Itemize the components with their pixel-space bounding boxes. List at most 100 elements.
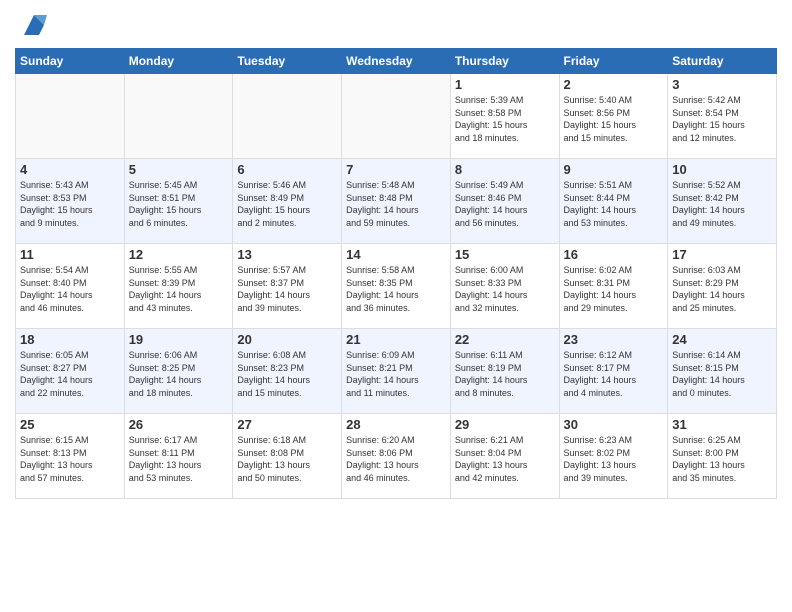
day-info: Sunrise: 5:48 AM Sunset: 8:48 PM Dayligh… (346, 179, 446, 229)
day-number: 26 (129, 417, 229, 432)
weekday-header: Wednesday (342, 49, 451, 74)
calendar-day-cell: 19 Sunrise: 6:06 AM Sunset: 8:25 PM Dayli… (124, 329, 233, 414)
day-info: Sunrise: 5:58 AM Sunset: 8:35 PM Dayligh… (346, 264, 446, 314)
calendar-day-cell: 3Sunrise: 5:42 AM Sunset: 8:54 PM Daylig… (668, 74, 777, 159)
day-number: 4 (20, 162, 120, 177)
calendar-week-row: 4 Sunrise: 5:43 AM Sunset: 8:53 PM Daylig… (16, 159, 777, 244)
weekday-header: Sunday (16, 49, 125, 74)
calendar-day-cell: 28 Sunrise: 6:20 AM Sunset: 8:06 PM Dayli… (342, 414, 451, 499)
calendar-day-cell: 17Sunrise: 6:03 AM Sunset: 8:29 PM Dayli… (668, 244, 777, 329)
day-info: Sunrise: 6:12 AM Sunset: 8:17 PM Dayligh… (564, 349, 664, 399)
weekday-header: Monday (124, 49, 233, 74)
calendar-day-cell (342, 74, 451, 159)
day-info: Sunrise: 5:42 AM Sunset: 8:54 PM Dayligh… (672, 94, 772, 144)
day-number: 30 (564, 417, 664, 432)
day-number: 6 (237, 162, 337, 177)
calendar-day-cell: 2 Sunrise: 5:40 AM Sunset: 8:56 PM Daylig… (559, 74, 668, 159)
calendar-day-cell: 4 Sunrise: 5:43 AM Sunset: 8:53 PM Daylig… (16, 159, 125, 244)
day-number: 22 (455, 332, 555, 347)
weekday-header: Friday (559, 49, 668, 74)
calendar-day-cell: 31 Sunrise: 6:25 AM Sunset: 8:00 PM Dayli… (668, 414, 777, 499)
day-info: Sunrise: 6:18 AM Sunset: 8:08 PM Dayligh… (237, 434, 337, 484)
calendar-day-cell: 24 Sunrise: 6:14 AM Sunset: 8:15 PM Dayli… (668, 329, 777, 414)
day-number: 15 (455, 247, 555, 262)
calendar-day-cell: 25Sunrise: 6:15 AM Sunset: 8:13 PM Dayli… (16, 414, 125, 499)
day-info: Sunrise: 6:00 AM Sunset: 8:33 PM Dayligh… (455, 264, 555, 314)
calendar-day-cell (124, 74, 233, 159)
day-number: 16 (564, 247, 664, 262)
day-number: 28 (346, 417, 446, 432)
day-info: Sunrise: 6:14 AM Sunset: 8:15 PM Dayligh… (672, 349, 772, 399)
calendar-day-cell: 23 Sunrise: 6:12 AM Sunset: 8:17 PM Dayli… (559, 329, 668, 414)
calendar-day-cell (233, 74, 342, 159)
calendar-day-cell: 27 Sunrise: 6:18 AM Sunset: 8:08 PM Dayli… (233, 414, 342, 499)
day-number: 31 (672, 417, 772, 432)
calendar-day-cell: 16 Sunrise: 6:02 AM Sunset: 8:31 PM Dayli… (559, 244, 668, 329)
day-info: Sunrise: 5:52 AM Sunset: 8:42 PM Dayligh… (672, 179, 772, 229)
day-number: 20 (237, 332, 337, 347)
weekday-header: Thursday (450, 49, 559, 74)
day-info: Sunrise: 6:02 AM Sunset: 8:31 PM Dayligh… (564, 264, 664, 314)
calendar-day-cell: 9 Sunrise: 5:51 AM Sunset: 8:44 PM Daylig… (559, 159, 668, 244)
day-info: Sunrise: 6:21 AM Sunset: 8:04 PM Dayligh… (455, 434, 555, 484)
calendar-day-cell: 7 Sunrise: 5:48 AM Sunset: 8:48 PM Daylig… (342, 159, 451, 244)
weekday-header: Tuesday (233, 49, 342, 74)
day-info: Sunrise: 6:23 AM Sunset: 8:02 PM Dayligh… (564, 434, 664, 484)
day-number: 10 (672, 162, 772, 177)
logo-icon (19, 10, 49, 40)
day-number: 11 (20, 247, 120, 262)
day-info: Sunrise: 6:08 AM Sunset: 8:23 PM Dayligh… (237, 349, 337, 399)
day-info: Sunrise: 6:25 AM Sunset: 8:00 PM Dayligh… (672, 434, 772, 484)
day-info: Sunrise: 6:03 AM Sunset: 8:29 PM Dayligh… (672, 264, 772, 314)
calendar-day-cell: 11 Sunrise: 5:54 AM Sunset: 8:40 PM Dayli… (16, 244, 125, 329)
calendar-day-cell: 21 Sunrise: 6:09 AM Sunset: 8:21 PM Dayli… (342, 329, 451, 414)
day-info: Sunrise: 6:05 AM Sunset: 8:27 PM Dayligh… (20, 349, 120, 399)
day-info: Sunrise: 5:40 AM Sunset: 8:56 PM Dayligh… (564, 94, 664, 144)
day-number: 27 (237, 417, 337, 432)
day-number: 25 (20, 417, 120, 432)
calendar-week-row: 18 Sunrise: 6:05 AM Sunset: 8:27 PM Dayli… (16, 329, 777, 414)
day-number: 29 (455, 417, 555, 432)
calendar-week-row: 1 Sunrise: 5:39 AM Sunset: 8:58 PM Daylig… (16, 74, 777, 159)
day-info: Sunrise: 6:09 AM Sunset: 8:21 PM Dayligh… (346, 349, 446, 399)
calendar-page: SundayMondayTuesdayWednesdayThursdayFrid… (0, 0, 792, 612)
header (15, 10, 777, 40)
calendar-day-cell: 15 Sunrise: 6:00 AM Sunset: 8:33 PM Dayli… (450, 244, 559, 329)
day-number: 18 (20, 332, 120, 347)
day-number: 5 (129, 162, 229, 177)
day-info: Sunrise: 6:17 AM Sunset: 8:11 PM Dayligh… (129, 434, 229, 484)
day-number: 7 (346, 162, 446, 177)
day-info: Sunrise: 6:20 AM Sunset: 8:06 PM Dayligh… (346, 434, 446, 484)
day-number: 14 (346, 247, 446, 262)
day-number: 23 (564, 332, 664, 347)
day-info: Sunrise: 6:06 AM Sunset: 8:25 PM Dayligh… (129, 349, 229, 399)
calendar-day-cell: 1 Sunrise: 5:39 AM Sunset: 8:58 PM Daylig… (450, 74, 559, 159)
calendar-day-cell (16, 74, 125, 159)
calendar-day-cell: 14 Sunrise: 5:58 AM Sunset: 8:35 PM Dayli… (342, 244, 451, 329)
day-info: Sunrise: 6:11 AM Sunset: 8:19 PM Dayligh… (455, 349, 555, 399)
day-info: Sunrise: 5:45 AM Sunset: 8:51 PM Dayligh… (129, 179, 229, 229)
logo (15, 10, 49, 40)
day-number: 13 (237, 247, 337, 262)
day-info: Sunrise: 5:39 AM Sunset: 8:58 PM Dayligh… (455, 94, 555, 144)
day-info: Sunrise: 5:43 AM Sunset: 8:53 PM Dayligh… (20, 179, 120, 229)
calendar-week-row: 25Sunrise: 6:15 AM Sunset: 8:13 PM Dayli… (16, 414, 777, 499)
day-number: 9 (564, 162, 664, 177)
day-info: Sunrise: 5:54 AM Sunset: 8:40 PM Dayligh… (20, 264, 120, 314)
day-info: Sunrise: 5:55 AM Sunset: 8:39 PM Dayligh… (129, 264, 229, 314)
day-number: 1 (455, 77, 555, 92)
calendar-table: SundayMondayTuesdayWednesdayThursdayFrid… (15, 48, 777, 499)
calendar-week-row: 11 Sunrise: 5:54 AM Sunset: 8:40 PM Dayli… (16, 244, 777, 329)
day-info: Sunrise: 5:46 AM Sunset: 8:49 PM Dayligh… (237, 179, 337, 229)
day-info: Sunrise: 5:51 AM Sunset: 8:44 PM Dayligh… (564, 179, 664, 229)
calendar-day-cell: 18 Sunrise: 6:05 AM Sunset: 8:27 PM Dayli… (16, 329, 125, 414)
calendar-day-cell: 30 Sunrise: 6:23 AM Sunset: 8:02 PM Dayli… (559, 414, 668, 499)
day-number: 19 (129, 332, 229, 347)
calendar-day-cell: 5 Sunrise: 5:45 AM Sunset: 8:51 PM Daylig… (124, 159, 233, 244)
weekday-header: Saturday (668, 49, 777, 74)
calendar-day-cell: 13Sunrise: 5:57 AM Sunset: 8:37 PM Dayli… (233, 244, 342, 329)
calendar-day-cell: 8Sunrise: 5:49 AM Sunset: 8:46 PM Daylig… (450, 159, 559, 244)
day-number: 21 (346, 332, 446, 347)
day-number: 2 (564, 77, 664, 92)
day-number: 24 (672, 332, 772, 347)
